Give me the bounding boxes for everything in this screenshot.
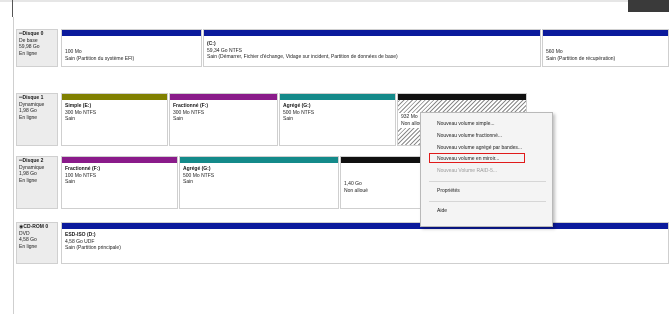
- menu-item-help[interactable]: Aide: [437, 208, 447, 214]
- partition-status: Sain (Partition du système EFI): [65, 55, 135, 62]
- partition-status: Non alloué: [344, 187, 368, 194]
- partition-bar: [62, 30, 201, 36]
- menu-item-new-simple-volume[interactable]: Nouveau volume simple...: [437, 121, 495, 127]
- partition-bar: [62, 157, 177, 163]
- partition-status: Sain (Partition principale): [65, 245, 121, 251]
- partition-bar: [398, 94, 526, 100]
- menu-item-new-striped-volume[interactable]: Nouveau volume agrégé par bandes...: [437, 145, 522, 151]
- partition-status: Sain: [65, 116, 76, 122]
- menu-separator: [429, 201, 546, 202]
- partition-bar: [170, 94, 277, 100]
- context-menu: Nouveau volume simple... Nouveau volume …: [420, 112, 553, 227]
- disk-1-label[interactable]: ═Disque 1 Dynamique 1,98 Go En ligne: [16, 93, 58, 146]
- menu-item-properties[interactable]: Propriétés: [437, 188, 460, 194]
- cdrom-0-label[interactable]: ◉CD-ROM 0 DVD 4,58 Go En ligne: [16, 222, 58, 264]
- disk-0-partition-efi[interactable]: 100 Mo Sain (Partition du système EFI): [61, 29, 202, 67]
- partition-status: Sain: [65, 179, 76, 185]
- disk-2-unallocated[interactable]: 1,40 Go Non alloué: [340, 156, 422, 209]
- cdrom-0-status: En ligne: [19, 243, 38, 250]
- disk-0-status: En ligne: [19, 50, 38, 57]
- window-title-corner: [628, 0, 669, 12]
- menu-separator: [429, 181, 546, 182]
- disk-1-status: En ligne: [19, 114, 38, 121]
- disk-2-status: En ligne: [19, 177, 38, 184]
- partition-status: Sain: [173, 116, 184, 122]
- window-top-edge: [0, 0, 669, 2]
- partition-bar: [62, 94, 167, 100]
- disk-0-label[interactable]: ═Disque 0 De base 59,98 Go En ligne: [16, 29, 58, 67]
- partition-bar: [280, 94, 395, 100]
- partition-bar: [543, 30, 668, 36]
- disk-1-volume-e[interactable]: Simple (E:) 300 Mo NTFS Sain: [61, 93, 168, 146]
- menu-item-new-mirrored-volume[interactable]: Nouveau volume en miroir...: [437, 156, 499, 162]
- partition-status: Sain: [283, 116, 294, 122]
- partition-bar: [341, 157, 421, 163]
- partition-bar: [180, 157, 338, 163]
- menu-item-new-spanned-volume[interactable]: Nouveau volume fractionné...: [437, 133, 502, 139]
- disk-2-volume-f[interactable]: Fractionné (F:) 100 Mo NTFS Sain: [61, 156, 178, 209]
- cdrom-0-partition-d[interactable]: ESD-ISO (D:) 4,58 Go UDF Sain (Partition…: [61, 222, 669, 264]
- partition-status: Sain (Partition de récupération): [546, 55, 616, 62]
- partition-status: Sain: [183, 179, 194, 185]
- disk-0-partition-recovery[interactable]: 560 Mo Sain (Partition de récupération): [542, 29, 669, 67]
- partition-status: Sain (Démarrer, Fichier d'échange, Vidag…: [207, 54, 398, 60]
- menu-item-new-raid5-volume: Nouveau Volume RAID-5...: [437, 168, 498, 174]
- disk-2-volume-g[interactable]: Agrégé (G:) 500 Mo NTFS Sain: [179, 156, 339, 209]
- disk-1-volume-f[interactable]: Fractionné (F:) 300 Mo NTFS Sain: [169, 93, 278, 146]
- partition-bar: [204, 30, 540, 36]
- partition-bar: [62, 223, 668, 229]
- disk-2-label[interactable]: ═Disque 2 Dynamique 1,98 Go En ligne: [16, 156, 58, 209]
- window-left-edge: [12, 0, 13, 17]
- disk-0-partition-c[interactable]: (C:) 59,34 Go NTFS Sain (Démarrer, Fichi…: [203, 29, 541, 67]
- disk-1-volume-g[interactable]: Agrégé (G:) 500 Mo NTFS Sain: [279, 93, 396, 146]
